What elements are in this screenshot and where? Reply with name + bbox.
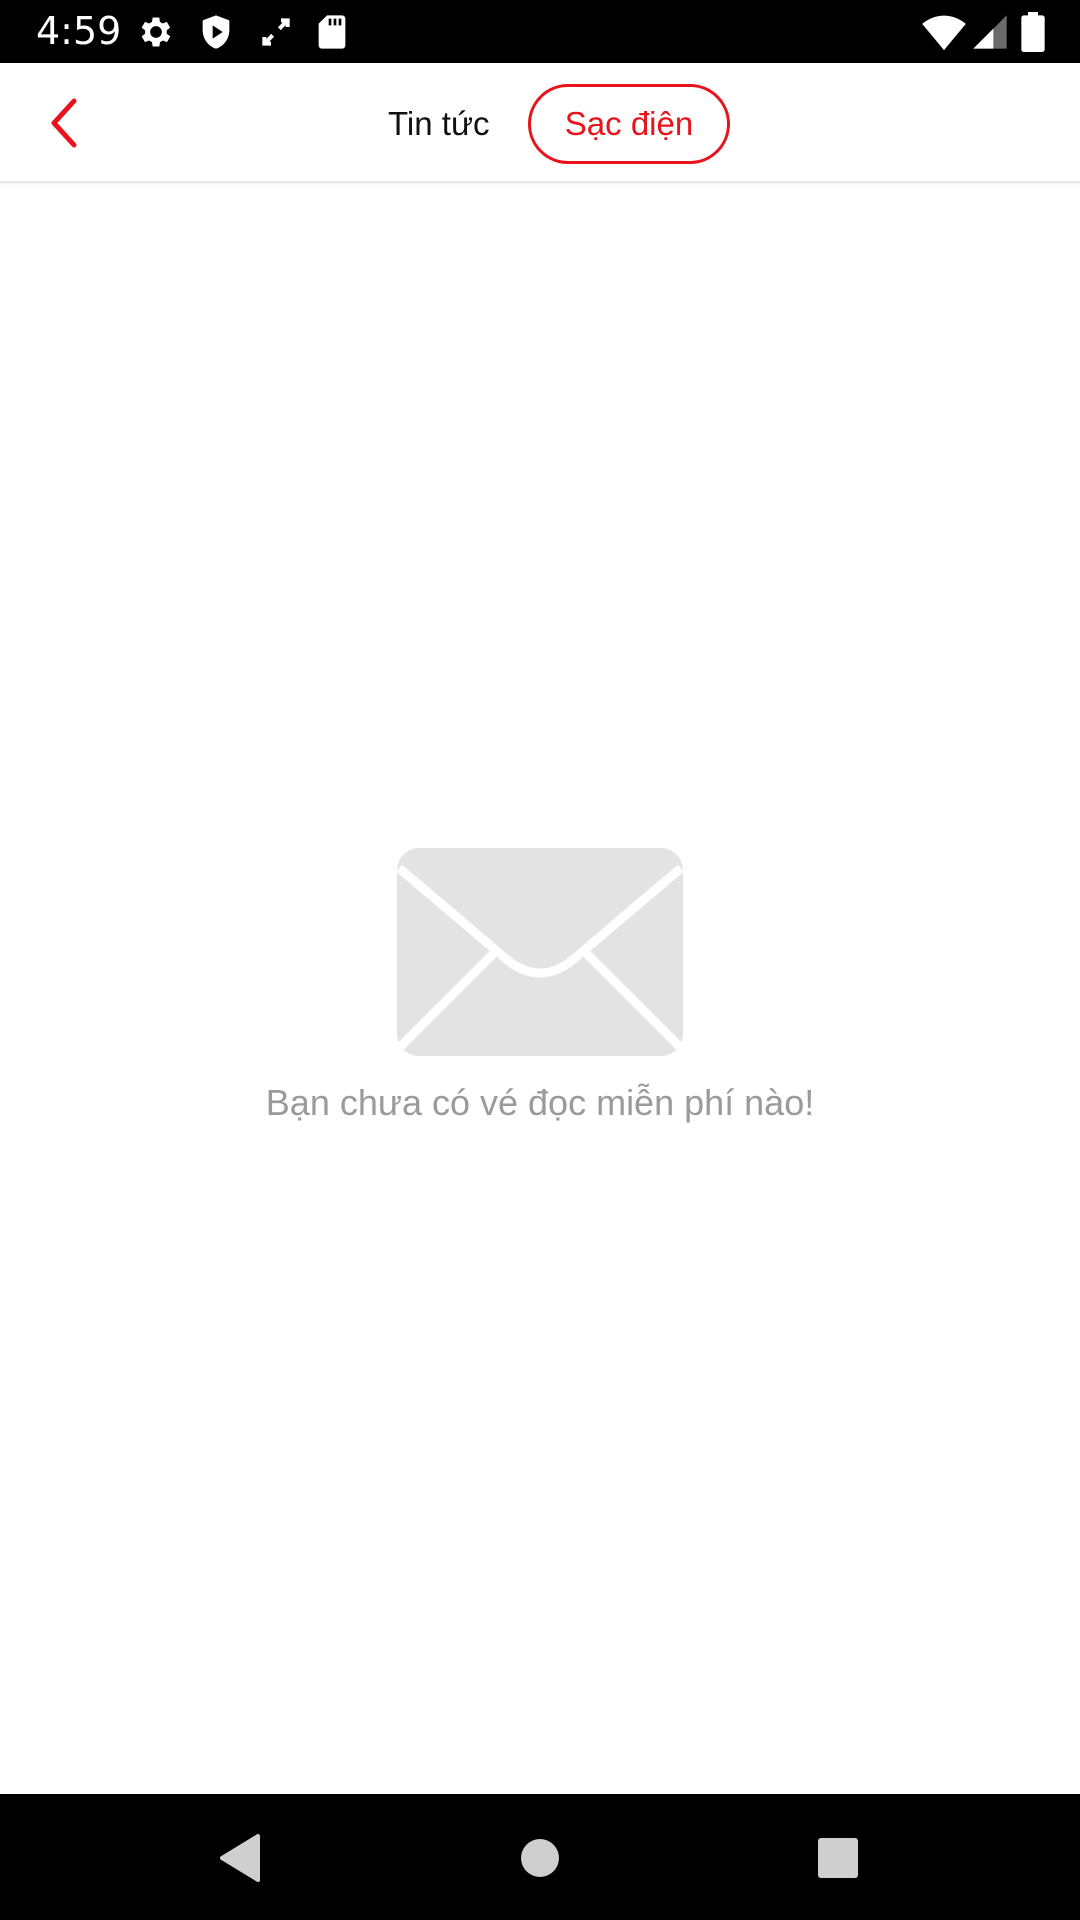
chevron-left-icon (51, 98, 77, 148)
back-button[interactable] (36, 93, 96, 153)
empty-state-message: Bạn chưa có vé đọc miễn phí nào! (265, 1082, 815, 1123)
screen-rotate-icon (262, 18, 290, 46)
navigation-bar (0, 1794, 1080, 1920)
shield-play-icon (202, 15, 230, 49)
envelope-icon (397, 848, 683, 1056)
recents-square-icon[interactable] (810, 1830, 866, 1886)
empty-state: Bạn chưa có vé đọc miễn phí nào! (0, 848, 1080, 1148)
back-triangle-icon[interactable] (214, 1830, 270, 1886)
status-bar: 4:59 (0, 0, 1080, 63)
sd-card-icon (318, 15, 346, 49)
gear-icon (141, 17, 171, 47)
app-header: Tin tức Sạc điện (0, 63, 1080, 183)
tab-news[interactable]: Tin tức (388, 102, 490, 146)
wifi-icon (922, 15, 966, 51)
battery-icon (1021, 12, 1045, 52)
signal-icon (973, 15, 1007, 49)
status-time: 4:59 (36, 9, 122, 53)
screen: 4:59 Tin tức Sạc điện Bạn chưa có vé đọc… (0, 0, 1080, 1920)
tab-charging[interactable]: Sạc điện (528, 84, 730, 164)
home-circle-icon[interactable] (512, 1830, 568, 1886)
